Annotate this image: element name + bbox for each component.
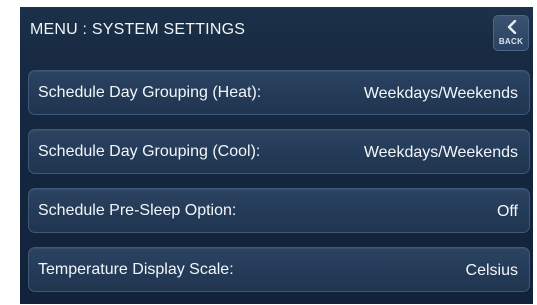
setting-label: Schedule Pre-Sleep Option: — [38, 202, 237, 219]
setting-row-schedule-cool[interactable]: Schedule Day Grouping (Cool): Weekdays/W… — [28, 129, 530, 174]
chevron-left-icon — [507, 20, 517, 34]
setting-row-schedule-heat[interactable]: Schedule Day Grouping (Heat): Weekdays/W… — [28, 70, 530, 115]
setting-value: Off — [496, 203, 518, 220]
header-bar: MENU : SYSTEM SETTINGS BACK — [20, 7, 533, 55]
setting-label: Schedule Day Grouping (Heat): — [38, 84, 262, 101]
setting-row-temperature-scale[interactable]: Temperature Display Scale: Celsius — [28, 247, 530, 292]
setting-row-pre-sleep[interactable]: Schedule Pre-Sleep Option: Off — [28, 188, 530, 233]
back-button[interactable]: BACK — [493, 15, 529, 51]
back-label: BACK — [498, 37, 524, 46]
page-title: MENU : SYSTEM SETTINGS — [30, 21, 246, 38]
setting-label: Temperature Display Scale: — [38, 261, 234, 278]
setting-value: Celsius — [465, 262, 518, 279]
setting-label: Schedule Day Grouping (Cool): — [38, 143, 261, 160]
setting-value: Weekdays/Weekends — [363, 85, 518, 102]
setting-value: Weekdays/Weekends — [363, 144, 518, 161]
settings-screen: MENU : SYSTEM SETTINGS BACK Schedule Day… — [20, 7, 533, 304]
